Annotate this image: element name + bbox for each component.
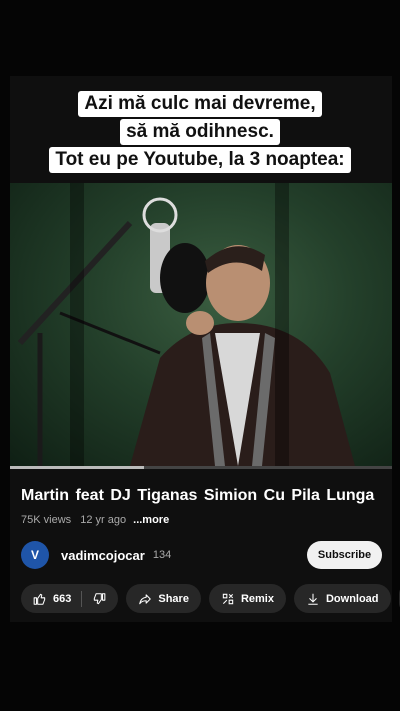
action-bar: 663 Share Remix Download <box>21 584 400 613</box>
video-title[interactable]: Martin feat DJ Tiganas Simion Cu Pila Lu… <box>21 487 374 505</box>
like-count: 663 <box>53 592 72 605</box>
video-progress-fill <box>10 466 144 469</box>
caption-line-2: să mă odihnesc. <box>120 119 280 145</box>
dislike-button[interactable] <box>82 584 118 613</box>
caption-line-1: Azi mă culc mai devreme, <box>78 91 322 117</box>
share-button[interactable]: Share <box>126 584 201 613</box>
video-player[interactable] <box>10 183 392 466</box>
video-meta: 75K views 12 yr ago ...more <box>21 514 169 526</box>
more-link[interactable]: ...more <box>133 514 169 526</box>
remix-icon <box>222 593 234 604</box>
view-count: 75K views <box>21 514 72 526</box>
thumbs-down-icon <box>94 592 106 604</box>
studio-panel <box>70 183 84 466</box>
like-button[interactable]: 663 <box>21 584 81 613</box>
download-label: Download <box>325 592 379 605</box>
subscribe-button[interactable]: Subscribe <box>307 541 382 569</box>
video-frame <box>17 197 355 466</box>
remix-button[interactable]: Remix <box>208 584 286 613</box>
subscriber-count: 134 <box>152 549 172 561</box>
like-dislike-group: 663 <box>21 584 119 613</box>
channel-name[interactable]: vadimcojocar <box>61 548 145 563</box>
download-button[interactable]: Download <box>293 584 391 613</box>
share-label: Share <box>158 592 189 605</box>
studio-panel <box>275 183 289 466</box>
download-icon <box>308 593 318 605</box>
thumbs-up-icon <box>33 593 46 605</box>
channel-row[interactable]: V vadimcojocar 134 <box>21 540 171 570</box>
channel-avatar[interactable]: V <box>21 541 49 569</box>
share-icon <box>139 593 152 604</box>
upload-age: 12 yr ago <box>80 514 127 526</box>
meme-caption: Azi mă culc mai devreme, să mă odihnesc.… <box>0 90 400 174</box>
caption-line-3: Tot eu pe Youtube, la 3 noaptea: <box>49 147 351 173</box>
video-progress-bar[interactable] <box>10 466 392 469</box>
remix-label: Remix <box>240 592 274 605</box>
